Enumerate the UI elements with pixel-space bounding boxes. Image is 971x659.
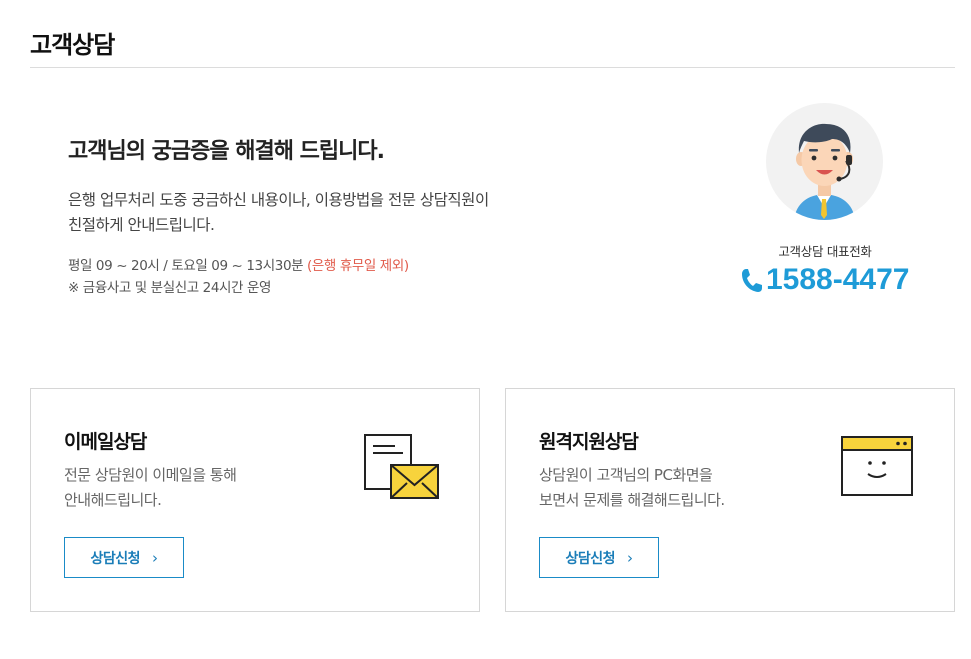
button-label: 상담신청 (90, 550, 141, 567)
hours-text: 평일 09 ~ 20시 / 토요일 09 ~ 13시30분 (68, 258, 308, 274)
hero-description: 은행 업무처리 도중 궁금하신 내용이나, 이용방법을 전문 상담직원이 친절하… (68, 188, 588, 238)
card-description-line: 보면서 문제를 해결해드립니다. (539, 491, 725, 509)
remote-screen-icon (840, 433, 914, 501)
hero-description-line: 친절하게 안내드립니다. (68, 216, 215, 234)
email-consult-button[interactable]: 상담신청 › (64, 537, 184, 578)
chevron-right-icon: › (627, 548, 633, 567)
phone-label: 고객상담 대표전화 (778, 244, 872, 259)
chevron-right-icon: › (152, 548, 158, 567)
phone-contact[interactable]: 1588-4477 (740, 260, 909, 300)
card-description-line: 상담원이 고객님의 PC화면을 (539, 466, 713, 484)
card-description: 상담원이 고객님의 PC화면을 보면서 문제를 해결해드립니다. (539, 463, 799, 513)
card-description-line: 안내해드립니다. (64, 491, 162, 509)
page-title: 고객상담 (30, 31, 115, 59)
phone-icon (740, 266, 764, 294)
card-title: 이메일상담 (64, 431, 147, 453)
hero-heading: 고객님의 궁금증을 해결해 드립니다. (68, 139, 385, 164)
holiday-note: (은행 휴무일 제외) (307, 258, 409, 274)
card-title: 원격지원상담 (539, 431, 639, 453)
email-consult-card: 이메일상담 전문 상담원이 이메일을 통해 안내해드립니다. 상담신청 › (30, 388, 480, 612)
card-description: 전문 상담원이 이메일을 통해 안내해드립니다. (64, 463, 324, 513)
title-divider (30, 67, 955, 68)
button-label: 상담신청 (565, 550, 616, 567)
business-hours: 평일 09 ~ 20시 / 토요일 09 ~ 13시30분 (은행 휴무일 제외… (68, 255, 409, 299)
remote-support-card: 원격지원상담 상담원이 고객님의 PC화면을 보면서 문제를 해결해드립니다. … (505, 388, 955, 612)
phone-number: 1588-4477 (766, 263, 910, 296)
agent-avatar (766, 103, 883, 220)
remote-support-button[interactable]: 상담신청 › (539, 537, 659, 578)
hero-description-line: 은행 업무처리 도중 궁금하신 내용이나, 이용방법을 전문 상담직원이 (68, 191, 489, 209)
email-icon (363, 433, 441, 505)
emergency-notice: ※ 금융사고 및 분실신고 24시간 운영 (68, 280, 272, 296)
card-description-line: 전문 상담원이 이메일을 통해 (64, 466, 237, 484)
